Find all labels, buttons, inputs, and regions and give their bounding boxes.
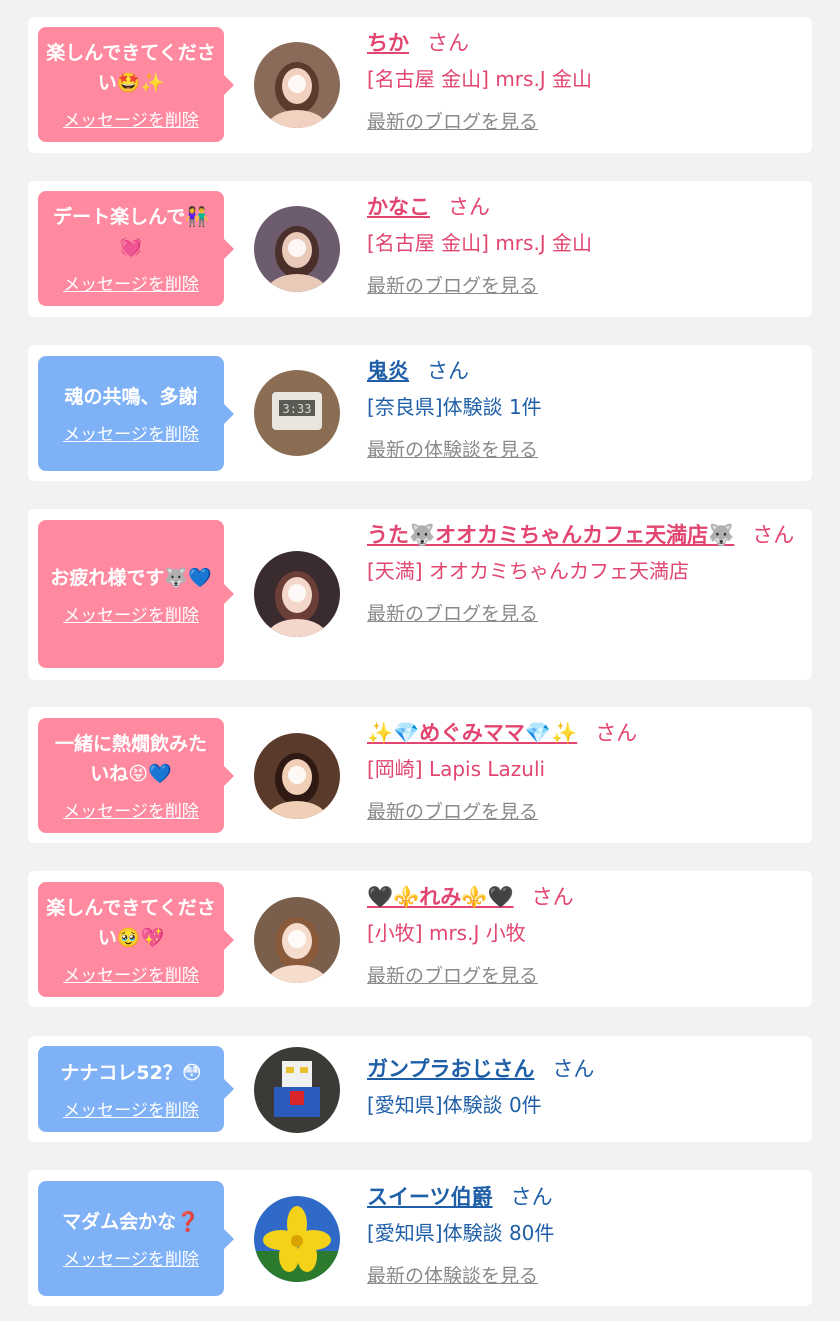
sender-name-line: 鬼炎 さん [367,356,805,386]
message-text: マダム会かな❓ [62,1211,200,1233]
shop-label: [名古屋 金山] mrs.J 金山 [367,67,593,91]
message-bubble: ナナコレ52？😳 メッセージを削除 [38,1046,234,1132]
latest-post-link[interactable]: 最新のブログを見る [367,107,538,134]
svg-text:3:33: 3:33 [283,402,312,416]
sender-name-link[interactable]: ガンプラおじさん [367,1057,534,1081]
sender-name-line: スイーツ伯爵 さん [367,1182,805,1212]
shop-label: [奈良県]体験談 1件 [367,395,542,419]
message-text: 魂の共鳴、多謝 [64,386,198,408]
sender-name-link[interactable]: ちか [367,31,409,55]
shop-label: [愛知県]体験談 80件 [367,1221,555,1245]
message-card: 魂の共鳴、多謝 メッセージを削除 3:33 鬼炎 さん [奈良県]体験談 1件 最新… [28,345,812,481]
girl-photo-avatar[interactable] [254,551,340,637]
message-card: マダム会かな❓ メッセージを削除 スイーツ伯爵 さん [愛知県]体験談 80件 最新… [28,1170,812,1306]
honorific-label: さん [427,31,469,55]
message-card: お疲れ様です🐺💙 メッセージを削除 うた🐺オオカミちゃんカフェ天満店🐺 さん [天… [28,509,812,680]
message-bubble: 魂の共鳴、多謝 メッセージを削除 [38,356,234,471]
girl-photo-avatar[interactable] [254,206,340,292]
latest-post-link[interactable]: 最新のブログを見る [367,797,538,824]
shop-label: [天満] オオカミちゃんカフェ天満店 [367,559,689,583]
sender-name-line: ちか さん [367,28,805,58]
girl-photo-avatar[interactable] [254,42,340,128]
latest-post-link[interactable]: 最新のブログを見る [367,599,538,626]
message-bubble: 楽しんできてください🥹💖 メッセージを削除 [38,882,234,997]
robot-photo-avatar[interactable] [254,1047,340,1133]
shop-label: [岡崎] Lapis Lazuli [367,757,546,781]
girl-photo-avatar[interactable] [254,733,340,819]
latest-post-link[interactable]: 最新のブログを見る [367,271,538,298]
honorific-label: さん [427,359,469,383]
sender-name-link[interactable]: 🖤⚜️れみ⚜️🖤 [367,885,514,909]
delete-message-link[interactable]: メッセージを削除 [63,601,199,626]
honorific-label: さん [752,523,795,547]
shop-label: [愛知県]体験談 0件 [367,1093,542,1117]
sender-name-line: ✨💎めぐみママ💎✨ さん [367,718,805,748]
sender-info: ガンプラおじさん さん [愛知県]体験談 0件 [367,1054,805,1119]
message-text: 楽しんできてください🥹💖 [46,897,216,949]
shop-label: [名古屋 金山] mrs.J 金山 [367,231,593,255]
delete-message-link[interactable]: メッセージを削除 [63,961,199,986]
message-text: 一緒に熱燗飲みたいね😝💙 [54,733,207,785]
honorific-label: さん [448,195,490,219]
message-card: 一緒に熱燗飲みたいね😝💙 メッセージを削除 ✨💎めぐみママ💎✨ さん [岡崎] L… [28,707,812,843]
latest-post-link[interactable]: 最新のブログを見る [367,961,538,988]
sender-info: スイーツ伯爵 さん [愛知県]体験談 80件 最新の体験談を見る [367,1182,805,1288]
sender-info: 🖤⚜️れみ⚜️🖤 さん [小牧] mrs.J 小牧 最新のブログを見る [367,882,805,988]
honorific-label: さん [552,1057,595,1081]
sender-name-line: うた🐺オオカミちゃんカフェ天満店🐺 さん [367,520,805,550]
sender-info: ✨💎めぐみママ💎✨ さん [岡崎] Lapis Lazuli 最新のブログを見る [367,718,805,824]
sender-name-link[interactable]: 鬼炎 [367,359,409,383]
message-card: 楽しんできてください🤩✨ メッセージを削除 ちか さん [名古屋 金山] mrs.… [28,17,812,153]
delete-message-link[interactable]: メッセージを削除 [63,797,199,822]
sender-info: ちか さん [名古屋 金山] mrs.J 金山 最新のブログを見る [367,28,805,134]
delete-message-link[interactable]: メッセージを削除 [63,420,199,445]
honorific-label: さん [510,1185,553,1209]
delete-message-link[interactable]: メッセージを削除 [63,106,199,131]
delete-message-link[interactable]: メッセージを削除 [63,1245,199,1270]
latest-post-link[interactable]: 最新の体験談を見る [367,435,538,462]
message-text: お疲れ様です🐺💙 [50,566,212,589]
message-bubble: デート楽しんで👫💓 メッセージを削除 [38,191,234,306]
shop-label: [小牧] mrs.J 小牧 [367,921,526,945]
message-card: ナナコレ52？😳 メッセージを削除 ガンプラおじさん さん [愛知県]体験談 0件 [28,1036,812,1142]
sender-info: かなこ さん [名古屋 金山] mrs.J 金山 最新のブログを見る [367,192,805,298]
message-bubble: マダム会かな❓ メッセージを削除 [38,1181,234,1296]
message-bubble: お疲れ様です🐺💙 メッセージを削除 [38,520,234,668]
sender-name-link[interactable]: スイーツ伯爵 [367,1185,493,1209]
sender-name-link[interactable]: かなこ [367,195,430,219]
sender-info: 鬼炎 さん [奈良県]体験談 1件 最新の体験談を見る [367,356,805,462]
message-text: デート楽しんで👫💓 [53,206,209,258]
sender-name-line: 🖤⚜️れみ⚜️🖤 さん [367,882,805,912]
sender-name-link[interactable]: ✨💎めぐみママ💎✨ [367,721,577,745]
latest-post-link[interactable]: 最新の体験談を見る [367,1261,538,1288]
flower-photo-avatar[interactable] [254,1196,340,1282]
delete-message-link[interactable]: メッセージを削除 [63,270,199,295]
message-text: ナナコレ52？😳 [60,1061,202,1084]
delete-message-link[interactable]: メッセージを削除 [63,1096,199,1121]
clock-photo-avatar[interactable]: 3:33 [254,370,340,456]
honorific-label: さん [595,721,638,745]
message-bubble: 一緒に熱燗飲みたいね😝💙 メッセージを削除 [38,718,234,833]
message-text: 楽しんできてください🤩✨ [46,42,216,94]
message-list: 楽しんできてください🤩✨ メッセージを削除 ちか さん [名古屋 金山] mrs.… [0,0,840,1321]
sender-info: うた🐺オオカミちゃんカフェ天満店🐺 さん [天満] オオカミちゃんカフェ天満店 最新… [367,520,805,626]
sender-name-line: かなこ さん [367,192,805,222]
sender-name-link[interactable]: うた🐺オオカミちゃんカフェ天満店🐺 [367,523,734,547]
honorific-label: さん [531,885,574,909]
sender-name-line: ガンプラおじさん さん [367,1054,805,1084]
message-card: デート楽しんで👫💓 メッセージを削除 かなこ さん [名古屋 金山] mrs.J … [28,181,812,317]
message-card: 楽しんできてください🥹💖 メッセージを削除 🖤⚜️れみ⚜️🖤 さん [小牧] mr… [28,871,812,1007]
girl-photo-avatar[interactable] [254,897,340,983]
message-bubble: 楽しんできてください🤩✨ メッセージを削除 [38,27,234,142]
